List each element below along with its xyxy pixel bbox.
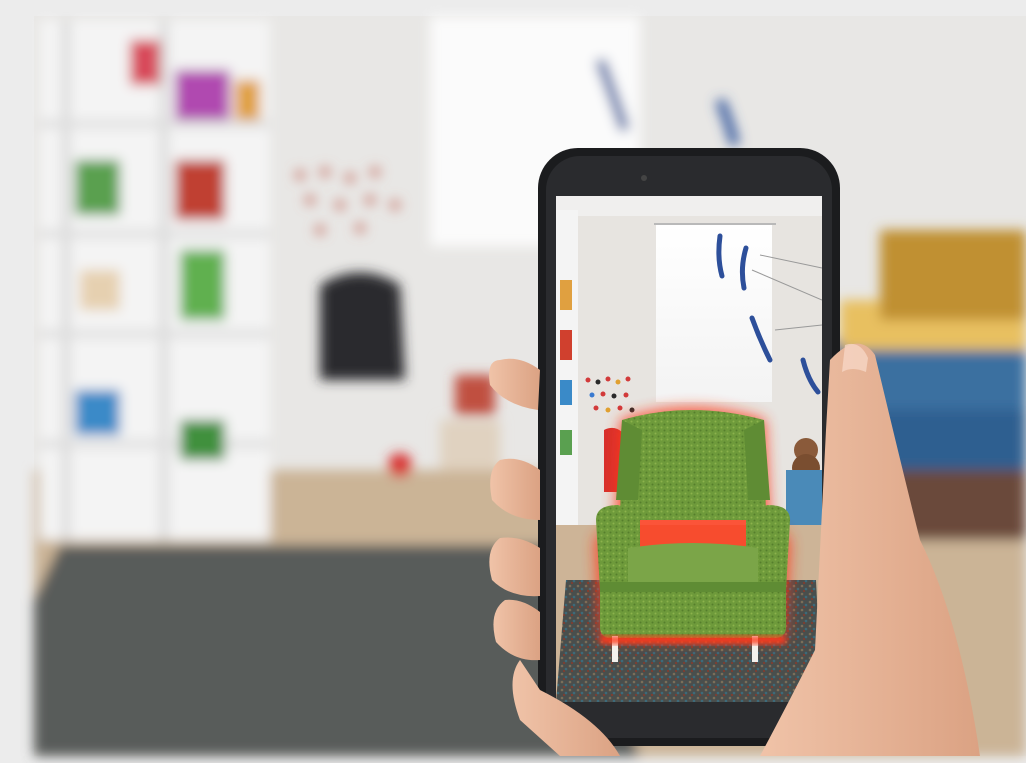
front-camera-icon	[641, 175, 647, 181]
ar-furniture-photo	[0, 0, 1026, 763]
scene-svg	[0, 0, 1026, 763]
smartphone	[538, 148, 840, 746]
ar-armchair	[595, 407, 790, 662]
window	[656, 224, 772, 402]
phone-screen	[556, 196, 822, 702]
